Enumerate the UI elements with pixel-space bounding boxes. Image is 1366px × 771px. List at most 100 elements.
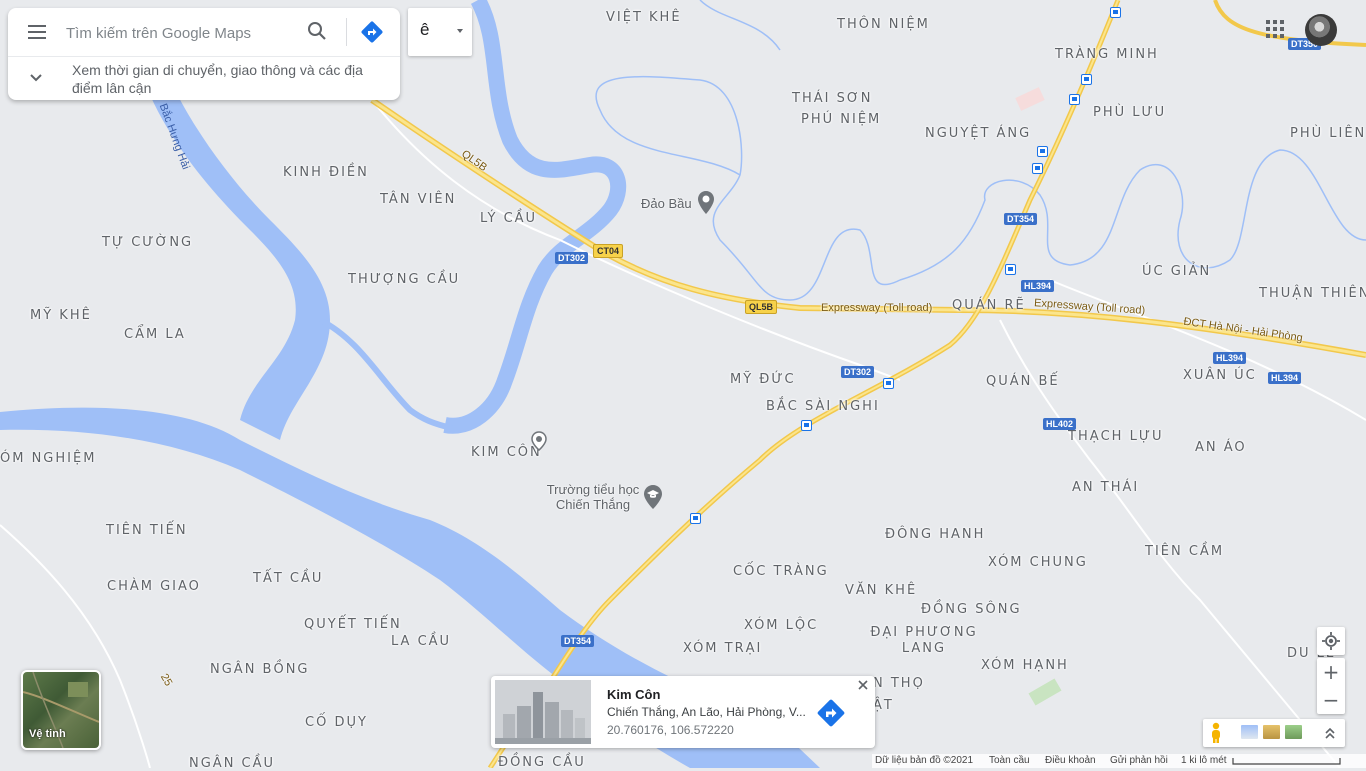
- apps-grid-icon: [1273, 34, 1277, 38]
- place-label: QUÁN BẾ: [986, 374, 1060, 389]
- feedback-link[interactable]: Gửi phản hồi: [1110, 754, 1168, 768]
- place-label: QUYẾT TIẾN: [304, 617, 402, 632]
- my-location-icon: [1322, 632, 1340, 650]
- terms-link[interactable]: Điều khoản: [1045, 754, 1096, 768]
- apps-button[interactable]: [1266, 20, 1286, 40]
- place-label: TIÊN TIẾN: [106, 523, 188, 538]
- school-pin-icon[interactable]: [643, 484, 663, 510]
- transit-layer-thumb[interactable]: [1241, 725, 1258, 739]
- terrain-layer-thumb[interactable]: [1263, 725, 1280, 739]
- place-label: XÓM LỘC: [744, 618, 819, 633]
- road-shield: HL394: [1213, 352, 1247, 364]
- bus-stop-icon[interactable]: [1037, 146, 1048, 157]
- place-label: XÓM HẠNH: [981, 658, 1069, 673]
- chevron-up-icon[interactable]: [1323, 726, 1337, 740]
- search-icon[interactable]: [306, 20, 328, 42]
- place-coordinates: 20.760176, 106.572220: [607, 723, 734, 737]
- global-link[interactable]: Toàn cầu: [989, 754, 1030, 768]
- place-label: NGÂN BỒNG: [210, 662, 310, 677]
- directions-icon[interactable]: [816, 698, 846, 728]
- place-label: TẤT CẦU: [253, 571, 324, 586]
- road-label: Expressway (Toll road): [821, 302, 933, 314]
- place-address: Chiến Thắng, An Lão, Hải Phòng, V...: [607, 705, 806, 719]
- place-label: ÓM NGHIỆM: [0, 451, 97, 466]
- bus-stop-icon[interactable]: [1005, 264, 1016, 275]
- map-canvas[interactable]: VIỆT KHÊ THÔN NIỆM TRÀNG MINH THÁI SƠN P…: [0, 0, 1366, 771]
- menu-button[interactable]: [26, 22, 48, 40]
- input-tools-char[interactable]: ê: [420, 20, 429, 40]
- bus-stop-icon[interactable]: [801, 420, 812, 431]
- place-label: MỸ ĐỨC: [730, 372, 796, 387]
- avatar[interactable]: [1305, 14, 1337, 46]
- map-pin-icon[interactable]: [697, 190, 715, 216]
- zoom-in-button[interactable]: +: [1317, 658, 1345, 686]
- place-label: ĐỒNG SÔNG: [921, 602, 1022, 617]
- place-label: NGUYỆT ÁNG: [925, 126, 1032, 141]
- layers-bar: [1203, 719, 1345, 747]
- place-label: TỰ CƯỜNG: [102, 235, 194, 250]
- bus-stop-icon[interactable]: [883, 378, 894, 389]
- dropdown-arrow-icon[interactable]: [452, 24, 468, 38]
- apps-grid-icon: [1266, 20, 1270, 24]
- place-label: TRÀNG MINH: [1055, 47, 1159, 62]
- area-1: [1015, 87, 1045, 111]
- place-card[interactable]: Kim Côn Chiến Thắng, An Lão, Hải Phòng, …: [491, 676, 875, 748]
- apps-grid-icon: [1273, 27, 1277, 31]
- menu-icon-bar: [28, 37, 46, 39]
- place-label: THẠCH LỰU: [1068, 429, 1164, 444]
- place-label: THÔN NIỆM: [837, 17, 930, 32]
- pegman-icon[interactable]: [1209, 722, 1223, 744]
- road-shield: DT302: [841, 366, 875, 378]
- map-data-attribution[interactable]: Dữ liệu bản đồ ©2021: [875, 754, 973, 768]
- road-shield: HL394: [1268, 372, 1302, 384]
- apps-grid-icon: [1280, 20, 1284, 24]
- place-label: LÝ CẦU: [480, 211, 538, 226]
- apps-grid-icon: [1273, 20, 1277, 24]
- road-shield: DT354: [561, 635, 595, 647]
- bus-stop-icon[interactable]: [690, 513, 701, 524]
- place-name: Kim Côn: [607, 687, 661, 702]
- apps-grid-icon: [1280, 27, 1284, 31]
- menu-icon-bar: [28, 31, 46, 33]
- road-shield: HL402: [1043, 418, 1077, 430]
- explore-nearby-link[interactable]: Xem thời gian di chuyển, giao thông và c…: [72, 61, 392, 97]
- place-label: BẮC SÀI NGHI: [766, 399, 880, 414]
- zoom-out-button[interactable]: −: [1317, 686, 1345, 714]
- place-thumbnail[interactable]: [495, 680, 591, 744]
- bus-stop-icon[interactable]: [1081, 74, 1092, 85]
- satellite-toggle[interactable]: Vệ tinh: [21, 670, 101, 750]
- place-label: PHÙ LƯU: [1093, 105, 1167, 120]
- poi-label-school[interactable]: Trường tiểu học Chiến Thắng: [540, 482, 646, 512]
- bus-stop-icon[interactable]: [1032, 163, 1043, 174]
- place-label: THUẬN THIÊN: [1259, 286, 1366, 301]
- poi-label-dao-bau[interactable]: Đảo Bầu: [641, 196, 692, 211]
- place-label: TÂN VIÊN: [380, 192, 457, 207]
- road-shield: DT354: [1004, 213, 1038, 225]
- my-location-button[interactable]: [1317, 627, 1345, 655]
- apps-grid-icon: [1266, 34, 1270, 38]
- input-tools-panel[interactable]: ê: [408, 8, 472, 56]
- scale-label[interactable]: 1 ki lô mét: [1181, 754, 1227, 768]
- place-label: CỐC TRÀNG: [733, 564, 829, 579]
- bus-stop-icon[interactable]: [1110, 7, 1121, 18]
- place-label: XÓM CHUNG: [988, 555, 1088, 570]
- menu-icon-bar: [28, 25, 46, 27]
- place-label: AN ÁO: [1195, 440, 1247, 455]
- river-thin-3: [699, 0, 781, 51]
- directions-icon[interactable]: [360, 20, 384, 44]
- scale-bar: [1232, 758, 1341, 765]
- place-label: VIỆT KHÊ: [606, 10, 682, 25]
- satellite-label: Vệ tinh: [29, 728, 66, 740]
- search-input[interactable]: [64, 20, 298, 46]
- place-label: THÁI SƠN: [792, 91, 873, 106]
- place-label: VĂN KHÊ: [845, 583, 918, 598]
- bicycle-layer-thumb[interactable]: [1285, 725, 1302, 739]
- divider: [8, 56, 400, 57]
- chevron-down-icon[interactable]: [28, 70, 44, 86]
- place-label: XUÂN ÚC: [1183, 368, 1257, 383]
- apps-grid-icon: [1280, 34, 1284, 38]
- location-marker-icon[interactable]: [530, 431, 548, 451]
- close-icon[interactable]: [856, 678, 870, 692]
- bus-stop-icon[interactable]: [1069, 94, 1080, 105]
- road-shield: HL394: [1021, 280, 1055, 292]
